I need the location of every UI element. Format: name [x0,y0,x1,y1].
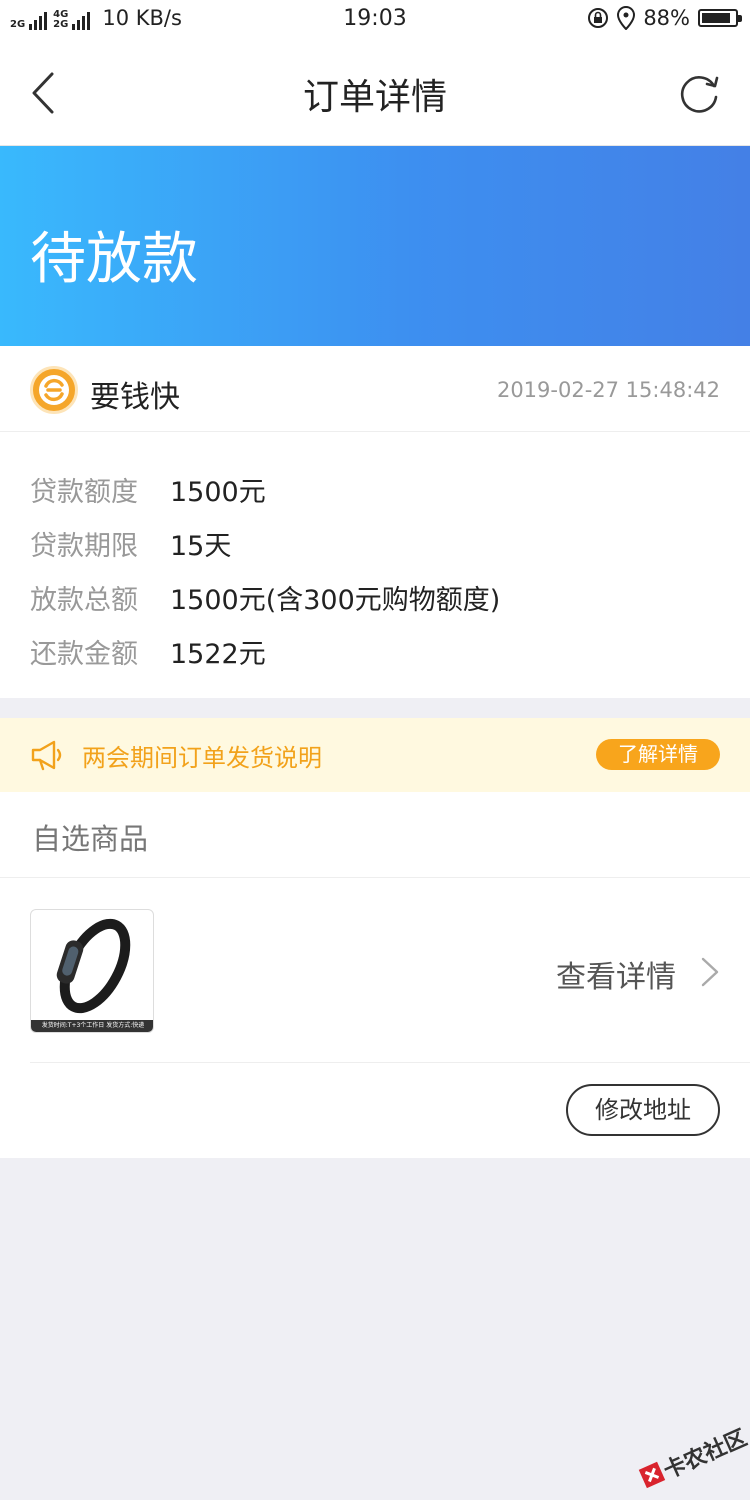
megaphone-icon [31,740,62,771]
detail-label: 还款金额 [30,638,138,670]
learn-more-button[interactable]: 了解详情 [596,739,720,770]
watermark-text: 卡农社区 [660,1425,750,1485]
section-title: 自选商品 [32,822,149,856]
detail-label: 放款总额 [30,584,138,616]
merchant-name: 要钱快 [90,380,180,415]
order-card: 要钱快 2019-02-27 15:48:42 贷款额度 1500元 贷款期限 … [0,346,750,698]
order-status: 待放款 [30,227,198,292]
merchant-logo-icon [30,366,78,414]
detail-row: 放款总额 1500元(含300元购物额度) [30,570,500,624]
notice-text: 两会期间订单发货说明 [82,744,322,772]
watermark: 卡农社区 [633,1420,750,1500]
status-right: 88% [587,6,742,30]
battery-icon [698,9,742,27]
goods-header: 自选商品 [0,792,750,878]
detail-label: 贷款额度 [30,476,138,508]
modify-address-button[interactable]: 修改地址 [566,1084,720,1136]
view-detail-link[interactable]: 查看详情 [556,952,676,996]
detail-row: 还款金额 1522元 [30,624,500,678]
fitness-band-image [56,918,131,1014]
goods-section: 自选商品 发货时间:T+3个工作日 发货方式:快递 查看详情 修改地址 [0,792,750,1158]
battery-percent: 88% [643,6,690,30]
product-thumbnail[interactable]: 发货时间:T+3个工作日 发货方式:快递 [30,909,154,1033]
detail-row: 贷款额度 1500元 [30,462,500,516]
detail-value: 15天 [170,530,232,562]
detail-value: 1500元(含300元购物额度) [170,584,501,616]
order-time: 2019-02-27 15:48:42 [496,378,720,402]
refresh-icon[interactable] [676,70,722,116]
detail-row: 贷款期限 15天 [30,516,500,570]
product-caption: 发货时间:T+3个工作日 发货方式:快递 [31,1020,153,1032]
loan-details: 贷款额度 1500元 贷款期限 15天 放款总额 1500元(含300元购物额度… [30,462,500,678]
page-title: 订单详情 [302,77,447,118]
detail-label: 贷款期限 [30,530,138,562]
chevron-right-icon[interactable] [700,956,720,988]
rotation-lock-icon [588,8,609,28]
status-bar: 2G 4G 2G 10 KB/s 19:03 88% [0,0,750,40]
detail-value: 1500元 [170,476,266,508]
location-icon [617,6,636,30]
detail-value: 1522元 [170,638,266,670]
divider [30,1062,750,1063]
notice-bar[interactable]: 两会期间订单发货说明 了解详情 [0,718,750,792]
merchant-row: 要钱快 2019-02-27 15:48:42 [0,346,750,432]
nav-bar: 订单详情 [0,40,750,146]
order-status-banner: 待放款 [0,146,750,346]
